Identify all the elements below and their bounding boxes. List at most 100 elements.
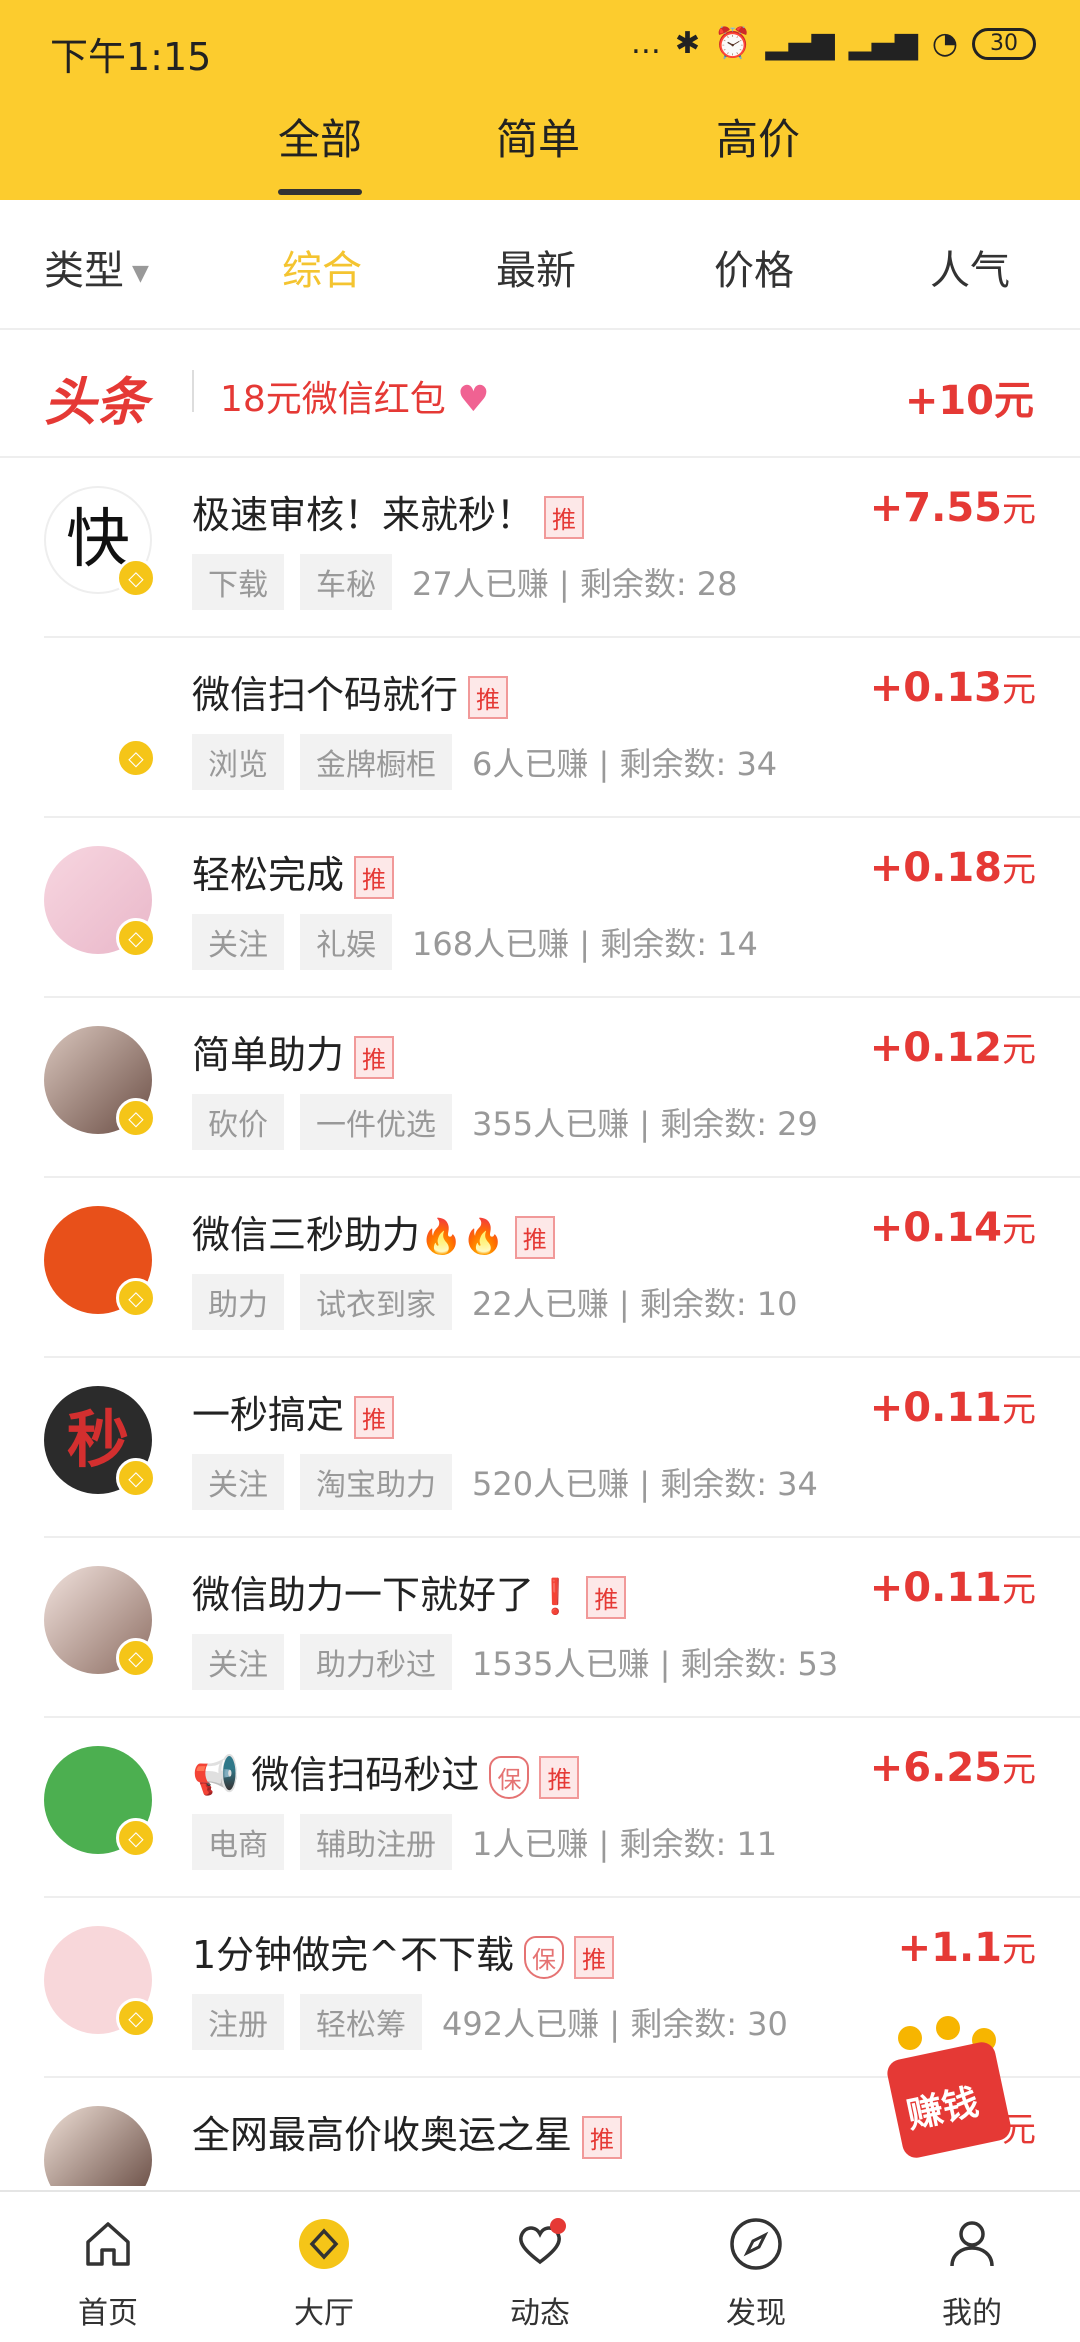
status-icons: … ✱ ⏰ ▂▄▆ ▂▄▆ ◔ 30: [631, 26, 1036, 61]
task-tags: 砍价 一件优选 355人已赚 | 剩余数: 29: [192, 1094, 818, 1150]
more-icon: …: [630, 26, 661, 61]
tab-all[interactable]: 全部: [278, 106, 363, 195]
task-title-text: 极速审核！来就秒！: [192, 493, 535, 537]
reward-unit: 元: [1002, 1570, 1036, 1610]
task-stats: 27人已赚 | 剩余数: 28: [412, 565, 738, 603]
task-title: 轻松完成推: [192, 844, 395, 899]
hall-icon: [299, 2219, 349, 2269]
task-stats: 492人已赚 | 剩余数: 30: [442, 2005, 788, 2043]
reward-amount: +1.1: [897, 1925, 1002, 1971]
task-tag: 关注: [192, 914, 284, 970]
reward-unit: 元: [1002, 490, 1036, 530]
recommend-badge: 推: [574, 1936, 615, 1979]
task-title: 微信三秒助力🔥🔥 推: [192, 1204, 555, 1259]
task-title-text: 微信助力一下就好了: [192, 1573, 535, 1617]
fire-icon: 🔥: [420, 1217, 463, 1257]
tab-high-price[interactable]: 高价: [716, 106, 800, 167]
divider: [192, 370, 194, 412]
task-title: 1分钟做完^不下载保推: [192, 1924, 615, 1979]
task-stats: 6人已赚 | 剩余数: 34: [472, 745, 778, 783]
task-row[interactable]: ◇ 微信助力一下就好了❗ 推 +0.11元 关注 助力秒过 1535人已赚 | 剩…: [44, 1538, 1080, 1718]
earn-money-float-button[interactable]: 赚钱: [880, 2010, 1018, 2160]
reward-amount: +7.55: [869, 485, 1002, 531]
reward-amount: +0.11: [869, 1565, 1002, 1611]
task-tag: 车秘: [300, 554, 392, 610]
recommend-badge: 推: [354, 1036, 395, 1079]
task-title: 极速审核！来就秒！推: [192, 484, 585, 539]
tab-activity-label: 动态: [510, 2296, 570, 2331]
avatar: ◇: [44, 1926, 156, 2038]
bottom-tab-bar: 首页 大厅 动态 发现 我的: [0, 2190, 1080, 2342]
task-stats: 1535人已赚 | 剩余数: 53: [472, 1645, 839, 1683]
task-title-text: 简单助力: [192, 1033, 345, 1077]
tab-home[interactable]: 首页: [0, 2192, 216, 2342]
tab-me[interactable]: 我的: [864, 2192, 1080, 2342]
task-row[interactable]: ◇ 微信扫个码就行推 +0.13元 浏览 金牌橱柜 6人已赚 | 剩余数: 34: [44, 638, 1080, 818]
sort-newest[interactable]: 最新: [496, 238, 576, 296]
status-time: 下午1:15: [50, 35, 212, 79]
avatar: 快 ◇: [44, 486, 156, 598]
task-row[interactable]: ◇ 微信三秒助力🔥🔥 推 +0.14元 助力 试衣到家 22人已赚 | 剩余数: …: [44, 1178, 1080, 1358]
sort-popularity[interactable]: 人气: [930, 238, 1010, 296]
headline-reward: +10元: [904, 378, 1034, 424]
reward-amount: +0.12: [869, 1025, 1002, 1071]
exclamation-icon: ❗: [534, 1577, 577, 1617]
task-title-text: 一秒搞定: [192, 1393, 345, 1437]
home-icon: [86, 2222, 130, 2266]
sort-comprehensive[interactable]: 综合: [282, 238, 362, 296]
megaphone-icon: 📢: [192, 1753, 240, 1797]
verified-icon: ◇: [116, 1818, 156, 1858]
task-row[interactable]: ◇ 📢 微信扫码秒过保推 +6.25元 电商 辅助注册 1人已赚 | 剩余数: …: [44, 1718, 1080, 1898]
task-row[interactable]: 快 ◇ 极速审核！来就秒！推 +7.55元 下载 车秘 27人已赚 | 剩余数:…: [44, 458, 1080, 638]
avatar: ◇: [44, 1206, 156, 1318]
task-reward: +7.55元: [870, 482, 1036, 531]
headline-banner[interactable]: 头条 18元微信红包 ♥ +10元: [0, 330, 1080, 458]
reward-amount: +0.13: [869, 665, 1002, 711]
tab-simple[interactable]: 简单: [496, 106, 580, 167]
verified-icon: ◇: [116, 918, 156, 958]
heart-icon: [519, 2218, 566, 2265]
task-title-text: 微信扫码秒过: [251, 1753, 480, 1797]
task-reward: +1.1元: [898, 1922, 1036, 1971]
reward-unit: 元: [1002, 850, 1036, 890]
task-row[interactable]: ◇ 轻松完成推 +0.18元 关注 礼娱 168人已赚 | 剩余数: 14: [44, 818, 1080, 998]
signal-icon-2: ▂▄▆: [848, 26, 918, 61]
tab-discover[interactable]: 发现: [648, 2192, 864, 2342]
avatar: 秒 ◇: [44, 1386, 156, 1498]
task-reward: +6.25元: [870, 1742, 1036, 1791]
type-filter-label: 类型: [44, 248, 124, 294]
task-reward: +0.18元: [870, 842, 1036, 891]
task-tag: 一件优选: [300, 1094, 452, 1150]
task-row[interactable]: ◇ 简单助力推 +0.12元 砍价 一件优选 355人已赚 | 剩余数: 29: [44, 998, 1080, 1178]
task-title-text: 全网最高价收奥运之星: [192, 2113, 573, 2157]
guarantee-badge: 保: [524, 1936, 565, 1979]
reward-amount: +6.25: [869, 1745, 1002, 1791]
tab-home-label: 首页: [78, 2296, 138, 2331]
recommend-badge: 推: [539, 1756, 580, 1799]
task-tag: 辅助注册: [300, 1814, 452, 1870]
task-row[interactable]: 秒 ◇ 一秒搞定推 +0.11元 关注 淘宝助力 520人已赚 | 剩余数: 3…: [44, 1358, 1080, 1538]
tab-activity[interactable]: 动态: [432, 2192, 648, 2342]
type-filter[interactable]: 类型 ▼: [44, 238, 149, 296]
task-tag: 电商: [192, 1814, 284, 1870]
sort-price[interactable]: 价格: [714, 238, 794, 296]
wifi-icon: ◔: [931, 26, 958, 61]
sort-bar: 类型 ▼ 综合 最新 价格 人气: [0, 200, 1080, 330]
task-reward: +0.11元: [870, 1382, 1036, 1431]
task-tag: 轻松筹: [300, 1994, 422, 2050]
recommend-badge: 推: [514, 1216, 555, 1259]
recommend-badge: 推: [354, 856, 395, 899]
verified-icon: ◇: [116, 1098, 156, 1138]
task-title-text: 轻松完成: [192, 853, 345, 897]
task-tags: 注册 轻松筹 492人已赚 | 剩余数: 30: [192, 1994, 788, 2050]
verified-icon: ◇: [116, 558, 156, 598]
tab-hall-label: 大厅: [294, 2296, 354, 2331]
task-reward: +0.12元: [870, 1022, 1036, 1071]
tab-hall[interactable]: 大厅: [216, 2192, 432, 2342]
task-tags: 关注 淘宝助力 520人已赚 | 剩余数: 34: [192, 1454, 818, 1510]
status-bar: 下午1:15 … ✱ ⏰ ▂▄▆ ▂▄▆ ◔ 30: [0, 0, 1080, 100]
task-reward: +0.11元: [870, 1562, 1036, 1611]
avatar: ◇: [44, 1026, 156, 1138]
reward-amount: +0.18: [869, 845, 1002, 891]
bluetooth-icon: ✱: [674, 26, 701, 61]
